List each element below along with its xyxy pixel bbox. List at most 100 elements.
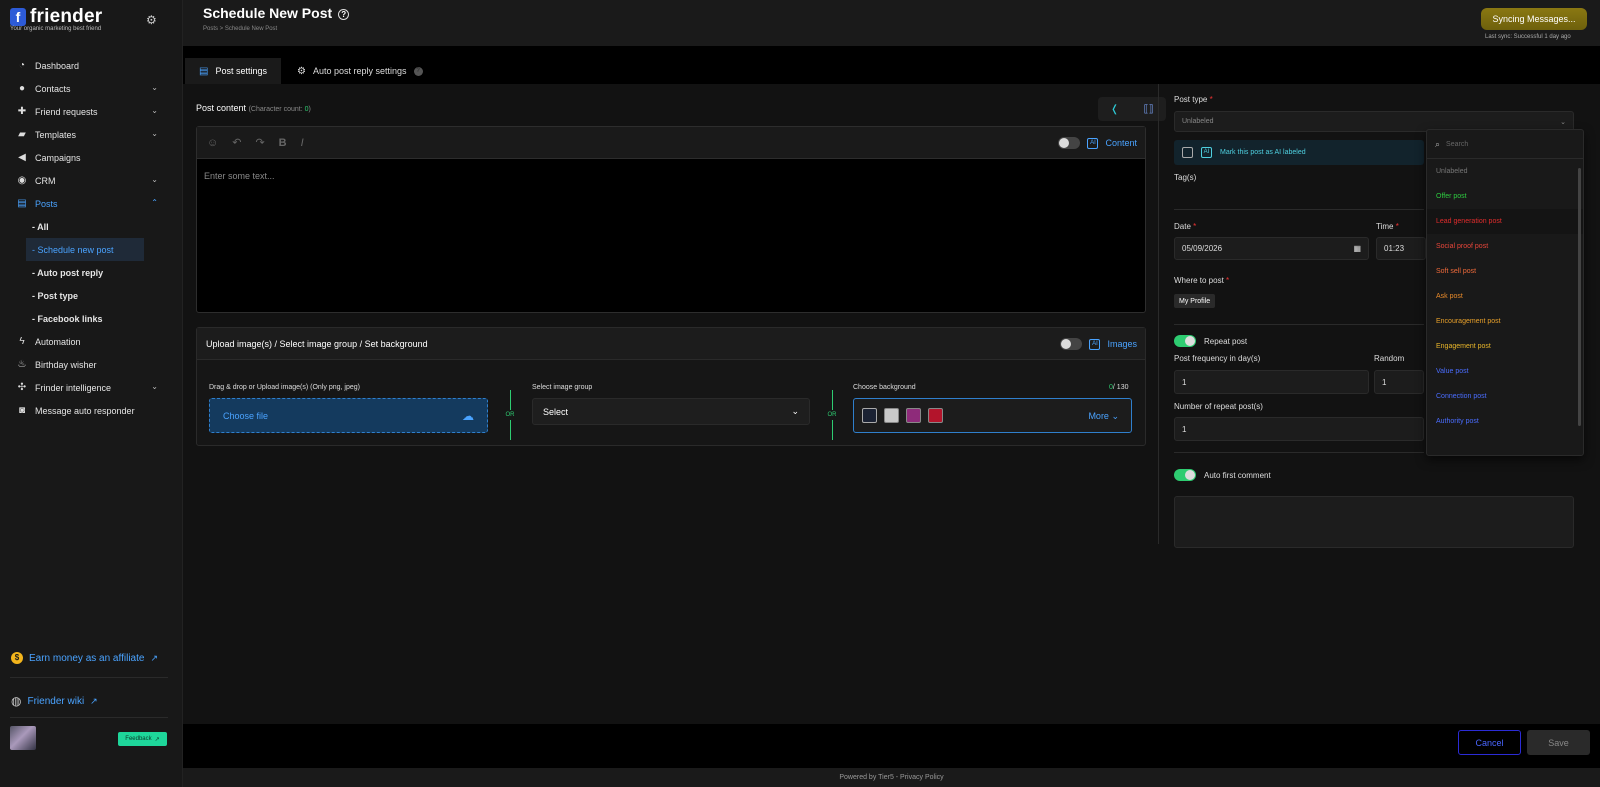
sidebar-subitem-facebook-links[interactable]: - Facebook links (0, 307, 183, 330)
option-label: Value post (1436, 368, 1469, 375)
sidebar-item-contacts[interactable]: ● Contacts ⌄ (0, 77, 183, 100)
search-placeholder: Search (1446, 140, 1469, 148)
tab-post-settings[interactable]: ▤ Post settings (185, 58, 281, 84)
image-group-select[interactable]: Select ⌄ (532, 398, 810, 425)
help-icon[interactable]: ? (338, 9, 350, 20)
calendar-icon[interactable]: ▦ (1353, 244, 1361, 253)
dropdown-option-soft-sell[interactable]: Soft sell post (1427, 259, 1583, 284)
time-value: 01:23 (1384, 244, 1405, 253)
repeat-count-label: Number of repeat post(s) (1174, 402, 1263, 411)
repeat-post-toggle[interactable] (1174, 335, 1196, 347)
logo-text: friender (30, 6, 103, 27)
option-label: Encouragement post (1436, 318, 1501, 325)
brand-logo[interactable]: f friender (10, 6, 102, 28)
ai-label-checkbox-row[interactable]: AI Mark this post as AI labeled (1174, 140, 1424, 165)
emoji-icon[interactable]: ☺ (207, 137, 218, 149)
user-plus-icon: ✚ (17, 106, 27, 117)
powered-by-footer[interactable]: Powered by Tier5 - Privacy Policy (183, 768, 1600, 787)
editor-textarea[interactable]: Enter some text... (197, 159, 1145, 193)
dropdown-scrollbar[interactable] (1578, 168, 1581, 426)
sidebar-subitem-all[interactable]: - All (0, 215, 183, 238)
dropdown-option-value[interactable]: Value post (1427, 359, 1583, 384)
random-input[interactable]: 1 (1374, 370, 1424, 394)
content-ai-toggle[interactable] (1058, 137, 1081, 149)
tab-auto-post-reply-settings[interactable]: ⚙ Auto post reply settings ? (283, 58, 437, 84)
sidebar-subitem-auto-post-reply[interactable]: - Auto post reply (0, 261, 183, 284)
sidebar-item-templates[interactable]: ▰ Templates ⌄ (0, 123, 183, 146)
collapse-left-icon[interactable]: ❬ (1110, 104, 1118, 115)
post-frequency-input[interactable]: 1 (1174, 370, 1369, 394)
action-bar (183, 724, 1600, 768)
sidebar-item-automation[interactable]: ϟ Automation (0, 330, 183, 353)
tagline: Your organic marketing best friend (10, 26, 102, 32)
bold-icon[interactable]: B (279, 137, 287, 149)
sidebar-subitem-post-type[interactable]: - Post type (0, 284, 183, 307)
sidebar-item-crm[interactable]: ◉ CRM ⌄ (0, 169, 183, 192)
expand-icon[interactable]: ⟦⟧ (1144, 104, 1154, 115)
sidebar-item-birthday-wisher[interactable]: ♨ Birthday wisher (0, 353, 183, 376)
affiliate-link[interactable]: $ Earn money as an affiliate ↗ (11, 652, 158, 664)
background-swatch[interactable] (906, 408, 921, 423)
tab-label: Auto post reply settings (312, 66, 407, 76)
dropdown-option-authority[interactable]: Authority post (1427, 409, 1583, 434)
undo-icon[interactable]: ↶ (232, 136, 241, 149)
sync-messages-button[interactable]: Syncing Messages... (1481, 8, 1587, 30)
divider (1174, 452, 1424, 453)
sidebar-item-campaigns[interactable]: ◀ Campaigns (0, 146, 183, 169)
auto-first-comment-textarea[interactable] (1174, 496, 1574, 548)
dropdown-option-social-proof[interactable]: Social proof post (1427, 234, 1583, 259)
gear-icon[interactable]: ⚙ (146, 13, 158, 27)
sidebar-subitem-schedule-new-post[interactable]: - Schedule new post (26, 238, 144, 261)
divider (1174, 324, 1424, 325)
where-to-post-chip[interactable]: My Profile (1174, 294, 1216, 308)
ai-label-checkbox[interactable] (1182, 147, 1193, 158)
where-to-post-label: Where to post * (1174, 276, 1229, 285)
background-swatch[interactable] (862, 408, 877, 423)
images-ai-toggle[interactable] (1060, 338, 1083, 350)
dropdown-option-unlabeled[interactable]: Unlabeled (1427, 159, 1583, 184)
sidebar-item-dashboard[interactable]: ◔ Dashboard (0, 54, 183, 77)
images-label[interactable]: Images (1107, 339, 1137, 349)
required-mark: * (1193, 222, 1197, 231)
save-button[interactable]: Save (1527, 730, 1590, 755)
wiki-link[interactable]: ◍ Friender wiki ↗ (11, 694, 98, 708)
sidebar-item-posts[interactable]: ▤ Posts ⌃ (0, 192, 183, 215)
external-link-icon: ↗ (150, 652, 158, 663)
breadcrumb[interactable]: Posts > Schedule New Post (203, 26, 277, 32)
auto-first-comment-toggle[interactable] (1174, 469, 1196, 481)
where-to-post-text: Where to post (1174, 276, 1224, 285)
feedback-button[interactable]: Feedback ↗ (118, 732, 167, 746)
sidebar-item-frinder-intelligence[interactable]: ✣ Frinder intelligence ⌄ (0, 376, 183, 399)
choose-file-button[interactable]: Choose file ☁ (209, 398, 488, 433)
cancel-button[interactable]: Cancel (1458, 730, 1521, 755)
sidebar-item-label: Posts (35, 198, 58, 209)
dropdown-option-encouragement[interactable]: Encouragement post (1427, 309, 1583, 334)
char-count-suffix: ) (308, 106, 311, 113)
more-backgrounds-button[interactable]: More ⌄ (1088, 411, 1119, 422)
tags-label: Tag(s) (1174, 173, 1197, 182)
content-label[interactable]: Content (1105, 138, 1137, 148)
sidebar-item-friend-requests[interactable]: ✚ Friend requests ⌄ (0, 100, 183, 123)
background-swatch[interactable] (884, 408, 899, 423)
dropdown-option-offer[interactable]: Offer post (1427, 184, 1583, 209)
ai-label-text: Mark this post as AI labeled (1220, 149, 1306, 156)
dropdown-option-lead-generation[interactable]: Lead generation post (1427, 209, 1583, 234)
avatar[interactable] (10, 726, 36, 750)
repeat-post-label: Repeat post (1204, 336, 1248, 346)
italic-icon[interactable]: I (301, 137, 304, 149)
date-input[interactable]: 05/09/2026 ▦ (1174, 237, 1369, 260)
sidebar-item-message-auto-responder[interactable]: ◙ Message auto responder (0, 399, 183, 422)
repeat-count-input[interactable]: 1 (1174, 417, 1424, 441)
sidebar-item-label: Templates (35, 129, 77, 140)
dropdown-option-ask[interactable]: Ask post (1427, 284, 1583, 309)
time-input[interactable]: 01:23 (1376, 237, 1426, 260)
drag-drop-label: Drag & drop or Upload image(s) (Only png… (209, 384, 360, 391)
background-swatch[interactable] (928, 408, 943, 423)
redo-icon[interactable]: ↷ (255, 136, 264, 149)
dropdown-option-engagement[interactable]: Engagement post (1427, 334, 1583, 359)
sidebar-item-label: Message auto responder (35, 405, 135, 416)
brain-icon: ✣ (17, 382, 27, 393)
dropdown-search[interactable]: ⌕ Search (1427, 130, 1583, 159)
background-count: 0/ 130 (1109, 384, 1128, 391)
dropdown-option-connection[interactable]: Connection post (1427, 384, 1583, 409)
